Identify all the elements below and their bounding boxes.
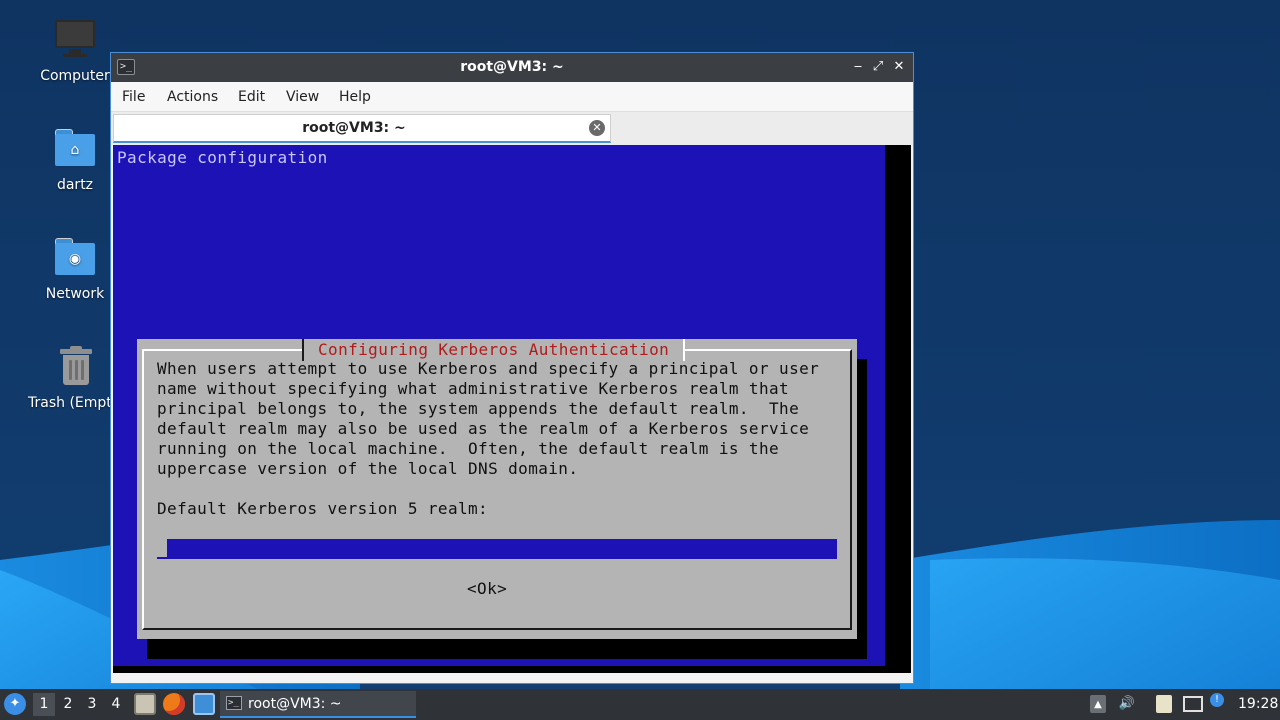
tab-close-icon[interactable]: ✕ <box>589 120 605 136</box>
network-icon[interactable] <box>1183 696 1203 712</box>
realm-input[interactable] <box>167 539 837 559</box>
menu-help[interactable]: Help <box>339 82 371 112</box>
taskbar: ✦ 1 2 3 4 >_ root@VM3: ~ ▲ 🔊 ! 19:28 <box>0 689 1280 720</box>
desktop-icon-label: Trash (Empty) <box>28 395 114 411</box>
maximize-button[interactable]: ⤢ <box>869 58 887 76</box>
home-folder-icon: ⌂ <box>53 127 97 171</box>
dialog-title: Configuring Kerberos Authentication <box>302 339 686 361</box>
taskbar-task-label: root@VM3: ~ <box>248 696 342 712</box>
notification-icon[interactable]: ! <box>1210 693 1224 707</box>
workspace-1[interactable]: 1 <box>33 693 55 716</box>
window-titlebar[interactable]: >_ root@VM3: ~ ‒ ⤢ ✕ <box>111 53 913 82</box>
file-manager-icon[interactable] <box>134 693 156 715</box>
whiptail-screen: Package configuration Configuring Kerber… <box>113 145 885 666</box>
network-folder-icon: ◉ <box>53 236 97 280</box>
kerberos-config-dialog: Configuring Kerberos Authentication When… <box>137 339 857 639</box>
menu-view[interactable]: View <box>286 82 319 112</box>
minimize-button[interactable]: ‒ <box>849 58 867 76</box>
menu-file[interactable]: File <box>122 82 145 112</box>
workspace-3[interactable]: 3 <box>81 693 103 716</box>
trash-icon <box>54 345 98 389</box>
clock: 19:28 <box>1238 696 1279 712</box>
input-cursor <box>157 539 167 559</box>
computer-icon <box>53 18 97 62</box>
terminal-task-icon: >_ <box>226 696 242 710</box>
workspace-2[interactable]: 2 <box>57 693 79 716</box>
close-button[interactable]: ✕ <box>890 58 908 76</box>
tab-bar: root@VM3: ~ ✕ <box>111 112 913 145</box>
ok-button[interactable]: <Ok> <box>467 579 507 598</box>
terminal-window: >_ root@VM3: ~ ‒ ⤢ ✕ File Actions Edit V… <box>110 52 914 684</box>
tab-title: root@VM3: ~ <box>302 120 406 136</box>
dialog-description: When users attempt to use Kerberos and s… <box>157 359 820 478</box>
network-upload-icon[interactable]: ▲ <box>1090 695 1106 713</box>
clipboard-icon[interactable] <box>1156 695 1172 713</box>
desktop-icon-trash[interactable]: Trash (Empty) <box>18 345 114 411</box>
realm-prompt-label: Default Kerberos version 5 realm: <box>157 499 489 518</box>
workspace-4[interactable]: 4 <box>105 693 127 716</box>
tab-terminal[interactable]: root@VM3: ~ ✕ <box>113 114 611 143</box>
taskbar-task-terminal[interactable]: >_ root@VM3: ~ <box>220 691 416 718</box>
start-menu-icon[interactable]: ✦ <box>4 693 26 715</box>
menu-bar: File Actions Edit View Help <box>111 82 913 112</box>
volume-icon[interactable]: 🔊 <box>1117 694 1137 714</box>
show-desktop-icon[interactable] <box>193 693 215 715</box>
window-title: root@VM3: ~ <box>460 59 564 75</box>
package-configuration-header: Package configuration <box>117 148 328 167</box>
firefox-icon[interactable] <box>163 693 185 715</box>
menu-edit[interactable]: Edit <box>238 82 265 112</box>
menu-actions[interactable]: Actions <box>167 82 218 112</box>
